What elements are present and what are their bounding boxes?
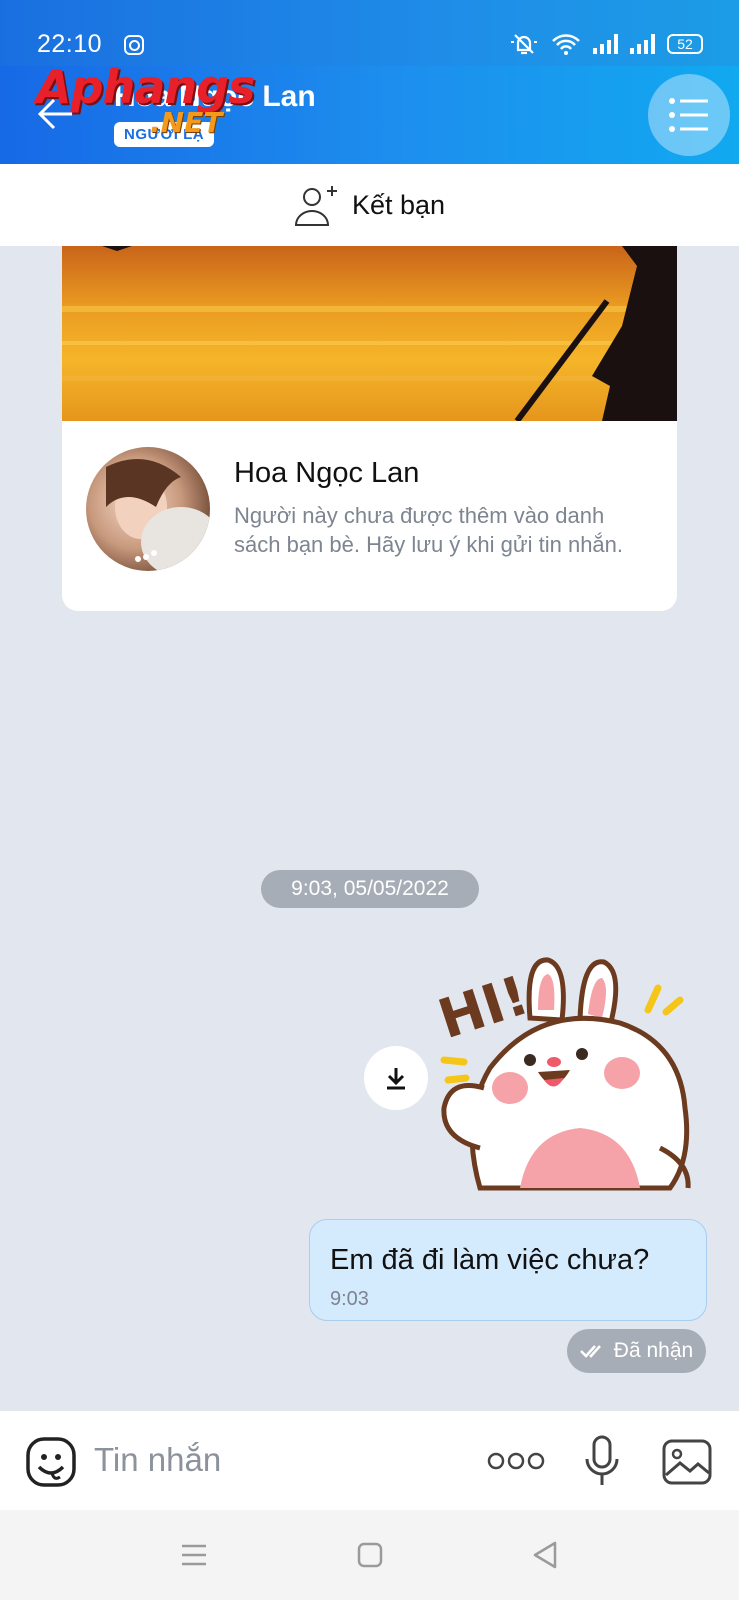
chat-title[interactable]: Hoa Ngọc Lan (114, 80, 316, 114)
battery-indicator: 52 (667, 34, 703, 54)
add-friend-label: Kết bạn (351, 189, 446, 220)
add-friend-icon (294, 186, 337, 226)
emoji-sticker-icon[interactable] (26, 1437, 76, 1487)
back-nav-icon[interactable] (532, 1541, 558, 1569)
double-check-icon (579, 1345, 601, 1358)
profile-name: Hoa Ngọc Lan (234, 457, 420, 489)
status-icons: 52 (509, 32, 703, 56)
instagram-icon (124, 35, 144, 55)
bunny-hi-sticker[interactable]: HI! (430, 948, 716, 1210)
download-button[interactable] (364, 1046, 428, 1110)
delivery-status-label: Đã nhận (613, 1339, 694, 1362)
message-text: Em đã đi làm việc chưa? (330, 1244, 650, 1276)
avatar[interactable] (86, 447, 210, 571)
image-gallery-icon[interactable] (662, 1439, 712, 1485)
home-icon[interactable] (357, 1542, 383, 1568)
chat-header: Hoa Ngọc Lan NGƯỜI LẠ Aphangs .NET (0, 60, 739, 164)
profile-card[interactable]: Hoa Ngọc Lan Người này chưa được thêm và… (62, 246, 677, 611)
profile-description: Người này chưa được thêm vào danh sách b… (234, 503, 624, 557)
signal-icon (593, 34, 618, 54)
status-bar: 22:10 52 (0, 0, 739, 66)
message-composer: Tin nhắn (0, 1410, 739, 1510)
system-nav-bar (0, 1510, 739, 1600)
list-menu-icon (669, 98, 708, 132)
stranger-badge: NGƯỜI LẠ (114, 122, 215, 147)
signal-icon-2 (630, 34, 655, 54)
add-friend-button[interactable]: Kết bạn (0, 164, 739, 246)
back-arrow-icon[interactable] (36, 94, 76, 134)
cover-photo (62, 246, 677, 421)
message-bubble[interactable]: Em đã đi làm việc chưa? 9:03 (309, 1219, 707, 1321)
date-separator: 9:03, 05/05/2022 (261, 870, 479, 908)
microphone-icon[interactable] (584, 1435, 620, 1487)
download-icon (387, 1068, 405, 1090)
delivery-status: Đã nhận (567, 1329, 706, 1373)
menu-button[interactable] (648, 74, 730, 156)
recent-apps-icon[interactable] (180, 1543, 208, 1567)
mute-bell-icon (511, 34, 537, 55)
wifi-icon (552, 34, 580, 55)
profile-info: Hoa Ngọc Lan Người này chưa được thêm và… (62, 421, 677, 611)
message-input[interactable]: Tin nhắn (94, 1441, 221, 1479)
more-options-icon[interactable] (486, 1447, 546, 1475)
status-time: 22:10 (37, 30, 103, 58)
message-time: 9:03 (330, 1288, 369, 1310)
